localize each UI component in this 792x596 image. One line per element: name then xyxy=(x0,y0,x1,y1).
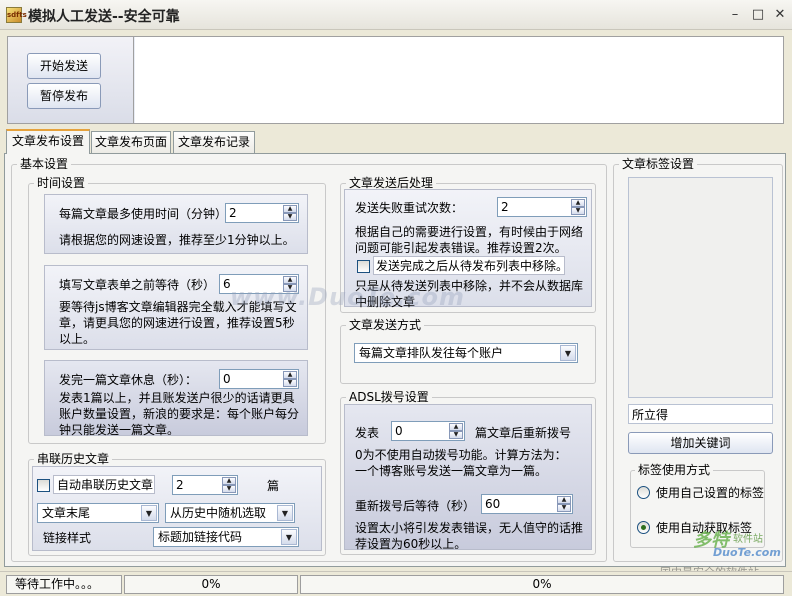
auto-link-history-label-box: 自动串联历史文章 xyxy=(53,475,155,494)
tag-settings-title: 文章标签设置 xyxy=(619,157,698,171)
spin-up-icon[interactable]: ▲ xyxy=(222,477,236,485)
spin-up-icon[interactable]: ▲ xyxy=(283,371,297,379)
tag-input[interactable]: 所立得 xyxy=(628,404,773,424)
redial-wait-label: 重新拨号后等待（秒） xyxy=(355,499,476,513)
duote-logo: 多特 软件站 DuoTe.com xyxy=(693,526,785,564)
app-icon: sdfts xyxy=(6,7,27,23)
spin-up-icon[interactable]: ▲ xyxy=(449,423,463,431)
tag-list[interactable] xyxy=(628,177,773,398)
max-time-hint: 请根据您的网速设置，推荐至少1分钟以上。 xyxy=(59,233,295,247)
history-articles-title: 串联历史文章 xyxy=(34,452,113,466)
auto-link-history-label: 自动串联历史文章 xyxy=(57,478,154,492)
history-articles-panel: 自动串联历史文章 2 ▲ ▼ 篇 文章末尾 ▼ 从历史中随机选取 ▼ 链接样式 … xyxy=(32,466,322,551)
tag-mode-custom-label[interactable]: 使用自己设置的标签 xyxy=(656,485,764,501)
spin-down-icon[interactable]: ▼ xyxy=(222,485,236,493)
auto-link-history-checkbox[interactable] xyxy=(37,479,50,492)
wait-before-fill-label: 填写文章表单之前等待（秒） xyxy=(59,278,216,292)
tab-article-publish-settings[interactable]: 文章发布设置 xyxy=(6,129,90,154)
history-position-value: 文章末尾 xyxy=(42,506,91,520)
pause-publish-button[interactable]: 暂停发布 xyxy=(27,83,101,109)
start-send-button[interactable]: 开始发送 xyxy=(27,53,101,79)
button-panel: 开始发送 暂停发布 xyxy=(8,37,134,123)
send-method-select[interactable]: 每篇文章排队发往每个账户 ▼ xyxy=(354,343,578,363)
rest-after-article-stepper[interactable]: 0 ▲ ▼ xyxy=(219,369,299,389)
history-source-select[interactable]: 从历史中随机选取 ▼ xyxy=(165,503,295,523)
redial-wait-stepper[interactable]: 60 ▲ ▼ xyxy=(481,494,573,514)
spin-down-icon[interactable]: ▼ xyxy=(283,213,297,221)
chevron-down-icon[interactable]: ▼ xyxy=(281,529,297,545)
spin-down-icon[interactable]: ▼ xyxy=(283,379,297,387)
remove-from-list-label: 发送完成之后从待发布列表中移除。 xyxy=(376,259,569,273)
link-style-select[interactable]: 标题加链接代码 ▼ xyxy=(153,527,299,547)
redial-prefix: 发表 xyxy=(355,426,380,440)
max-time-panel: 每篇文章最多使用时间（分钟） 2 ▲ ▼ 请根据您的网速设置，推荐至少1分钟以上… xyxy=(44,194,308,254)
minimize-icon[interactable]: – xyxy=(726,6,744,24)
redial-hint: 0为不使用自动拨号功能。计算方法为：一个博客账号发送一篇文章为一篇。 xyxy=(355,448,567,478)
remove-from-list-checkbox[interactable] xyxy=(357,260,370,273)
history-source-value: 从历史中随机选取 xyxy=(170,506,267,520)
post-processing-title: 文章发送后处理 xyxy=(346,176,437,190)
spin-up-icon[interactable]: ▲ xyxy=(283,205,297,213)
remove-from-list-label-box: 发送完成之后从待发布列表中移除。 xyxy=(373,256,569,275)
send-method-title: 文章发送方式 xyxy=(346,318,425,332)
rest-after-article-panel: 发完一篇文章休息（秒）： 0 ▲ ▼ 发表1篇以上，并且账发送户很少的话请更具账… xyxy=(44,360,308,437)
retry-stepper[interactable]: 2 ▲ ▼ xyxy=(497,197,587,217)
tab-article-publish-log[interactable]: 文章发布记录 xyxy=(173,131,255,153)
window-title: 模拟人工发送--安全可靠 xyxy=(28,9,180,25)
redial-count-value: 0 xyxy=(395,424,403,438)
rest-after-article-label: 发完一篇文章休息（秒）： xyxy=(59,373,198,387)
spin-up-icon[interactable]: ▲ xyxy=(571,199,585,207)
log-area xyxy=(135,37,783,123)
max-time-label: 每篇文章最多使用时间（分钟） xyxy=(59,207,228,221)
watermark-text: www.DuoTe.com xyxy=(230,283,465,311)
tag-mode-title: 标签使用方式 xyxy=(635,463,714,477)
link-style-label: 链接样式 xyxy=(43,531,92,545)
tag-input-value: 所立得 xyxy=(632,408,669,422)
max-time-value: 2 xyxy=(229,206,237,220)
retry-label: 发送失败重试次数： xyxy=(355,201,464,215)
chevron-down-icon[interactable]: ▼ xyxy=(141,505,157,521)
chevron-down-icon[interactable]: ▼ xyxy=(560,345,576,361)
status-bar: 等待工作中。。。 0% 0% xyxy=(0,571,792,596)
rest-after-article-value: 0 xyxy=(223,372,231,386)
progress-1: 0% xyxy=(124,575,298,594)
rest-after-article-hint: 发表1篇以上，并且账发送户很少的话请更具账户数量设置，新浪的要求是：每个账户每分… xyxy=(59,391,300,437)
adsl-panel: 发表 0 ▲ ▼ 篇文章后重新拨号 0为不使用自动拨号功能。计算方法为：一个博客… xyxy=(344,404,592,551)
tag-mode-auto-radio[interactable] xyxy=(637,521,650,534)
history-count-value: 2 xyxy=(176,478,184,492)
max-time-stepper[interactable]: 2 ▲ ▼ xyxy=(225,203,299,223)
retry-hint: 根据自己的需要进行设置，有时候由于网络问题可能引起发表错误。推荐设置2次。 xyxy=(355,225,584,255)
adsl-title: ADSL拨号设置 xyxy=(346,390,432,404)
history-count-unit: 篇 xyxy=(267,479,280,493)
chevron-down-icon[interactable]: ▼ xyxy=(277,505,293,521)
basic-settings-title: 基本设置 xyxy=(17,157,72,171)
send-method-value: 每篇文章排队发往每个账户 xyxy=(359,346,504,360)
title-bar: sdfts 模拟人工发送--安全可靠 – □ ✕ xyxy=(0,0,792,30)
spin-down-icon[interactable]: ▼ xyxy=(449,431,463,439)
add-keyword-button[interactable]: 增加关键词 xyxy=(628,432,773,454)
control-panel: 开始发送 暂停发布 xyxy=(7,36,784,124)
tag-mode-custom-radio[interactable] xyxy=(637,486,650,499)
redial-count-stepper[interactable]: 0 ▲ ▼ xyxy=(391,421,465,441)
redial-wait-hint: 设置太小将引发发表错误，无人值守的话推荐设置为60秒以上。 xyxy=(355,521,584,551)
redial-wait-value: 60 xyxy=(485,497,501,511)
spin-down-icon[interactable]: ▼ xyxy=(557,504,571,512)
status-text: 等待工作中。。。 xyxy=(6,575,122,594)
tab-article-publish-page[interactable]: 文章发布页面 xyxy=(91,131,171,153)
maximize-icon[interactable]: □ xyxy=(749,6,767,24)
history-count-stepper[interactable]: 2 ▲ ▼ xyxy=(172,475,238,495)
redial-suffix: 篇文章后重新拨号 xyxy=(475,426,572,440)
retry-value: 2 xyxy=(501,200,509,214)
history-position-select[interactable]: 文章末尾 ▼ xyxy=(37,503,159,523)
duote-logo-en: DuoTe.com xyxy=(713,546,781,559)
close-icon[interactable]: ✕ xyxy=(771,6,789,24)
spin-up-icon[interactable]: ▲ xyxy=(557,496,571,504)
link-style-value: 标题加链接代码 xyxy=(158,530,243,544)
progress-2: 0% xyxy=(300,575,784,594)
duote-logo-sub: 软件站 xyxy=(733,534,763,545)
spin-down-icon[interactable]: ▼ xyxy=(571,207,585,215)
time-settings-title: 时间设置 xyxy=(34,176,89,190)
